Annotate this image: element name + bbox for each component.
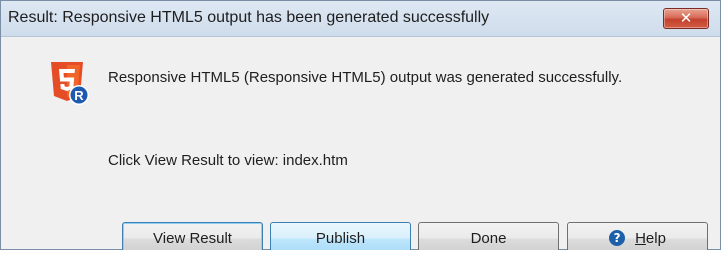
- title-bar[interactable]: Result: Responsive HTML5 output has been…: [1, 1, 720, 37]
- view-result-hint: Click View Result to view: index.htm: [108, 152, 348, 169]
- close-icon: ✕: [679, 9, 693, 27]
- badge-letter: R: [74, 88, 84, 103]
- help-label-rest: elp: [645, 230, 666, 247]
- result-dialog: Result: Responsive HTML5 output has been…: [0, 0, 721, 255]
- view-result-label: View Result: [153, 230, 232, 247]
- responsive-html5-icon: R: [51, 62, 89, 105]
- window-title: Result: Responsive HTML5 output has been…: [8, 9, 490, 26]
- close-button[interactable]: ✕: [663, 8, 709, 29]
- done-label: Done: [470, 230, 507, 247]
- success-message: Responsive HTML5 (Responsive HTML5) outp…: [108, 69, 623, 86]
- help-label-mnemonic: H: [635, 230, 646, 247]
- publish-label: Publish: [315, 230, 366, 247]
- background: [0, 250, 721, 280]
- help-icon: ?: [609, 230, 626, 247]
